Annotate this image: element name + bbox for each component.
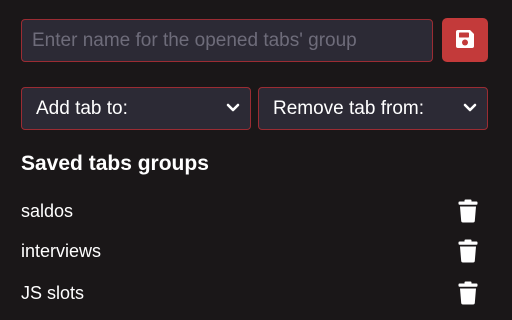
save-group-button[interactable]	[442, 18, 488, 62]
chevron-down-icon	[463, 100, 477, 118]
saved-group-row: JS slots	[21, 278, 488, 308]
add-tab-to-select[interactable]: Add tab to:	[21, 87, 251, 130]
saved-groups-heading: Saved tabs groups	[21, 152, 209, 175]
remove-tab-from-label: Remove tab from:	[273, 97, 424, 119]
saved-group-label[interactable]: JS slots	[21, 283, 84, 304]
trash-icon[interactable]	[456, 238, 480, 264]
add-tab-to-label: Add tab to:	[36, 97, 128, 119]
group-name-input[interactable]	[21, 19, 433, 62]
floppy-disk-icon	[454, 28, 476, 53]
chevron-down-icon	[226, 100, 240, 118]
remove-tab-from-select[interactable]: Remove tab from:	[258, 87, 488, 130]
saved-group-row: interviews	[21, 236, 488, 266]
saved-group-label[interactable]: interviews	[21, 241, 101, 262]
trash-icon[interactable]	[456, 198, 480, 224]
trash-icon[interactable]	[456, 280, 480, 306]
saved-group-row: saldos	[21, 196, 488, 226]
saved-group-label[interactable]: saldos	[21, 201, 73, 222]
